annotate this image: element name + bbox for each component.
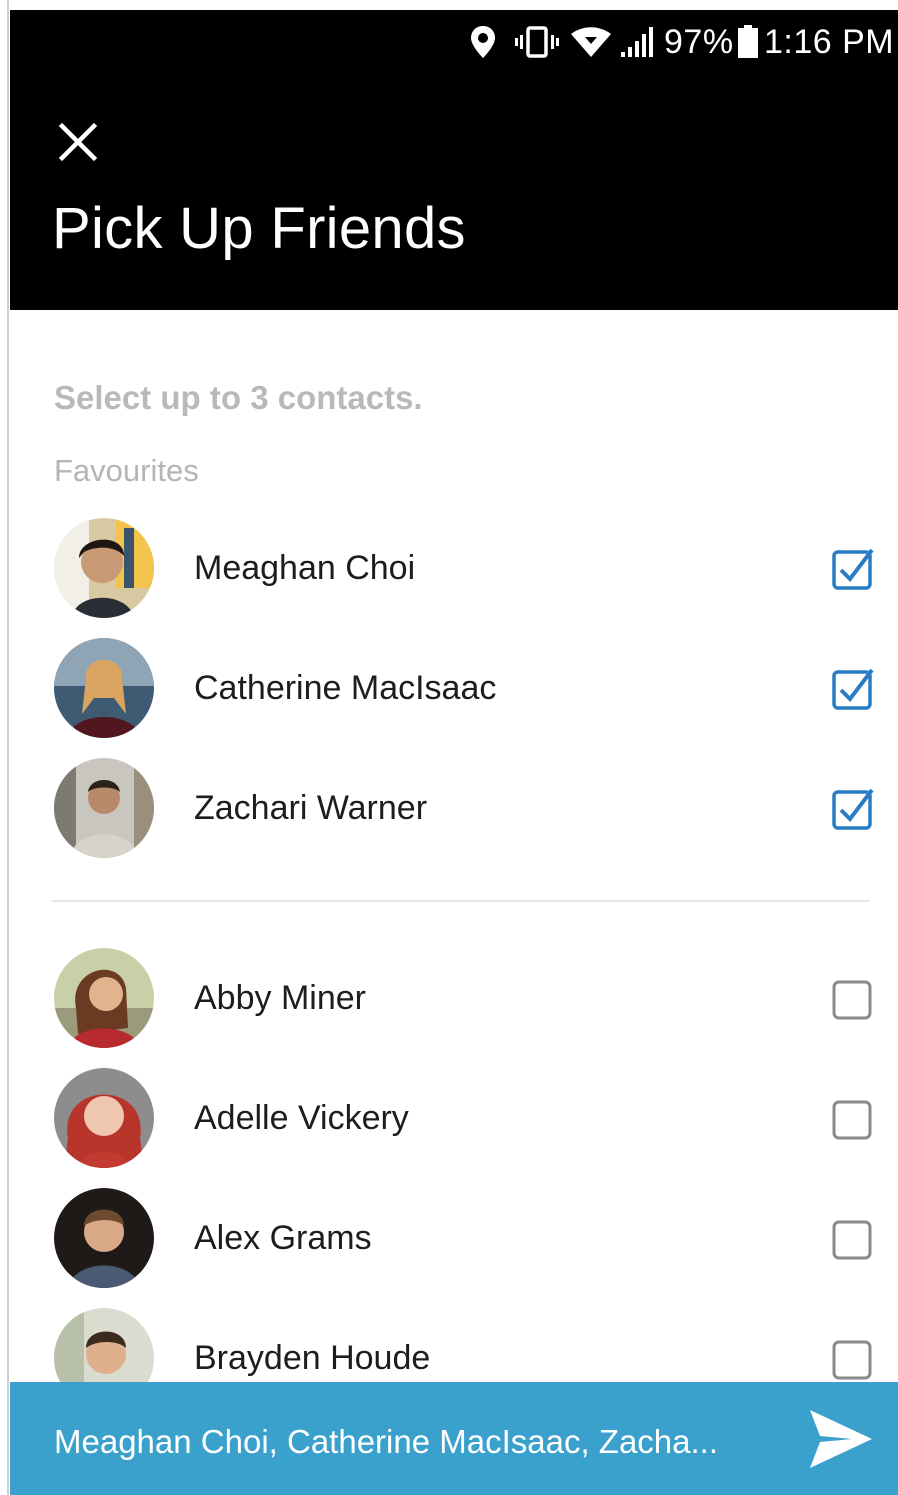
contact-name: Zachari Warner: [194, 789, 428, 827]
contact-name: Alex Grams: [194, 1219, 372, 1257]
checkbox-checked[interactable]: [832, 666, 874, 710]
checkbox-checked[interactable]: [832, 786, 874, 830]
section-divider: [52, 900, 870, 902]
avatar: [54, 1188, 154, 1288]
contact-row-abby-miner[interactable]: Abby Miner: [10, 942, 898, 1054]
contact-row-adelle-vickery[interactable]: Adelle Vickery: [10, 1062, 898, 1174]
instruction-text: Select up to 3 contacts.: [54, 379, 423, 416]
clock: 1:16 PM: [764, 23, 895, 61]
checkbox-unchecked[interactable]: [832, 976, 874, 1020]
location-icon: [468, 24, 498, 60]
avatar: [54, 948, 154, 1048]
frame-left-border: [0, 0, 9, 1495]
selection-send-bar: Meaghan Choi, Catherine MacIsaac, Zacha.…: [10, 1382, 898, 1495]
avatar: [54, 518, 154, 618]
contact-name: Adelle Vickery: [194, 1099, 409, 1137]
checkbox-checked[interactable]: [832, 546, 874, 590]
page-title: Pick Up Friends: [52, 196, 466, 261]
favourites-section-label: Favourites: [54, 453, 199, 488]
avatar: [54, 638, 154, 738]
wifi-icon: [568, 24, 614, 60]
vibrate-icon: [514, 24, 560, 60]
battery-icon: [736, 24, 760, 60]
close-button[interactable]: [54, 118, 102, 166]
send-icon: [810, 1410, 872, 1468]
signal-icon: [618, 24, 660, 60]
contact-name: Brayden Houde: [194, 1339, 431, 1377]
status-bar: 97% 1:16 PM: [10, 10, 898, 76]
checkbox-unchecked[interactable]: [832, 1336, 874, 1380]
contact-row-zachari-warner[interactable]: Zachari Warner: [10, 752, 898, 864]
contact-name: Catherine MacIsaac: [194, 669, 497, 707]
avatar: [54, 758, 154, 858]
contact-row-catherine-macisaac[interactable]: Catherine MacIsaac: [10, 632, 898, 744]
checkbox-unchecked[interactable]: [832, 1096, 874, 1140]
close-icon: [58, 122, 98, 162]
checkbox-unchecked[interactable]: [832, 1216, 874, 1260]
frame-top-border: [0, 0, 898, 10]
contact-row-alex-grams[interactable]: Alex Grams: [10, 1182, 898, 1294]
contact-row-meaghan-choi[interactable]: Meaghan Choi: [10, 512, 898, 624]
selected-contacts-summary: Meaghan Choi, Catherine MacIsaac, Zacha.…: [54, 1423, 719, 1460]
contact-name: Abby Miner: [194, 979, 366, 1017]
avatar: [54, 1068, 154, 1168]
contact-name: Meaghan Choi: [194, 549, 416, 587]
battery-percentage: 97%: [664, 23, 734, 61]
send-button[interactable]: [806, 1406, 876, 1472]
app-header: 97% 1:16 PM Pick Up Friends: [10, 10, 898, 310]
